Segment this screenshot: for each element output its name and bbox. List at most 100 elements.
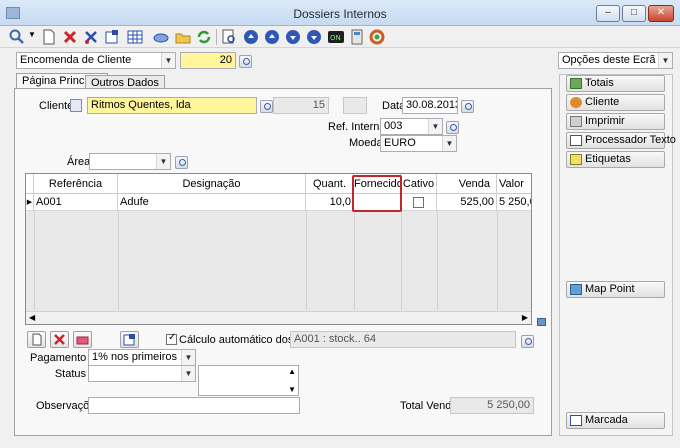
doc-number-search-button[interactable] — [239, 55, 252, 68]
status-label: Status — [54, 368, 86, 380]
window-title: Dossiers Internos — [293, 7, 387, 21]
stock-search-button[interactable] — [521, 335, 534, 348]
cliente-button[interactable]: Cliente — [566, 94, 665, 111]
total-venda-label: Total Venda — [400, 400, 458, 412]
pagamento-label: Pagamento — [30, 352, 87, 364]
svg-text:ON: ON — [330, 34, 341, 42]
map-point-label: Map Point — [585, 283, 635, 295]
cell-designacao[interactable]: Adufe — [118, 194, 306, 211]
cut-delete-icon[interactable] — [82, 28, 100, 46]
doc-type-select[interactable]: Encomenda de Cliente ▼ — [16, 52, 176, 69]
search-icon[interactable] — [8, 28, 26, 46]
observacoes-field[interactable] — [88, 397, 300, 414]
nav-next-icon[interactable] — [284, 28, 302, 46]
cell-quant[interactable]: 10,0 — [306, 194, 354, 211]
clear-lines-button[interactable] — [73, 331, 92, 348]
ref-interna-select[interactable]: 003 ▼ — [380, 118, 443, 135]
cn-icon[interactable]: ON — [327, 28, 345, 46]
new-document-icon[interactable] — [40, 28, 58, 46]
status-select[interactable]: ▼ — [88, 365, 196, 382]
data-picker-button[interactable] — [461, 100, 474, 113]
col-quant[interactable]: Quant. — [306, 174, 354, 194]
close-button[interactable]: ✕ — [648, 5, 674, 22]
col-venda[interactable]: Venda — [437, 174, 497, 194]
etiquetas-button[interactable]: Etiquetas — [566, 151, 665, 168]
lines-grid[interactable]: Referência Designação Quant. Fornecido C… — [25, 173, 532, 325]
processador-texto-label: Processador Texto — [585, 134, 676, 146]
scroll-up-icon[interactable]: ▲ — [288, 367, 296, 376]
cliente-label: Cliente — [39, 100, 74, 112]
total-venda-field: 5 250,00 — [450, 397, 534, 414]
area-label: Área — [67, 156, 91, 168]
auto-calc-checkbox[interactable]: ✓ — [166, 332, 177, 345]
books-icon[interactable] — [152, 28, 170, 46]
cliente-search-button[interactable] — [260, 100, 273, 113]
labels-icon — [570, 154, 582, 165]
preview-icon[interactable] — [220, 28, 238, 46]
col-valor[interactable]: Valor — [497, 174, 531, 194]
grid-header: Referência Designação Quant. Fornecido C… — [26, 174, 531, 194]
cliente-book-icon[interactable] — [70, 99, 82, 112]
cativo-checkbox[interactable] — [413, 197, 424, 208]
scroll-right-icon[interactable]: ▶ — [522, 313, 528, 322]
etiquetas-label: Etiquetas — [585, 153, 631, 165]
scroll-down-icon[interactable]: ▼ — [288, 385, 296, 394]
add-line-button[interactable] — [27, 331, 46, 348]
scroll-left-icon[interactable]: ◀ — [29, 313, 35, 322]
text-editor-icon — [570, 135, 582, 146]
grid-icon[interactable] — [126, 28, 144, 46]
map-point-button[interactable]: Map Point — [566, 281, 665, 298]
cell-referencia[interactable]: A001 — [34, 194, 118, 211]
refresh-icon[interactable] — [195, 28, 213, 46]
marcada-label: Marcada — [585, 414, 628, 426]
grid-settings-icon[interactable] — [537, 318, 546, 326]
moeda-select[interactable]: EURO ▼ — [380, 135, 457, 152]
nav-first-icon[interactable] — [242, 28, 260, 46]
grid-line — [354, 211, 355, 310]
nav-prev-icon[interactable] — [263, 28, 281, 46]
marcada-button[interactable]: Marcada — [566, 412, 665, 429]
grid-line — [306, 211, 307, 310]
search-dropdown-icon[interactable]: ▼ — [28, 30, 36, 39]
checkmark-icon: ✓ — [168, 332, 177, 343]
data-field[interactable]: 30.08.2013 — [402, 97, 458, 114]
cell-valor[interactable]: 5 250,0 — [497, 194, 531, 211]
ref-interna-search-button[interactable] — [446, 121, 459, 134]
grid-line — [401, 211, 402, 310]
help-icon[interactable] — [368, 28, 386, 46]
cliente-extra-field — [343, 97, 367, 114]
side-panel: Totais Cliente Imprimir Processador Text… — [559, 52, 676, 438]
doc-number-field[interactable]: 20 — [180, 52, 236, 69]
delete-line-button[interactable] — [50, 331, 69, 348]
col-cativo[interactable]: Cativo — [401, 174, 437, 194]
horizontal-scrollbar[interactable]: ◀ ▶ — [26, 311, 531, 324]
delete-icon[interactable] — [61, 28, 79, 46]
fornecido-highlight — [352, 175, 402, 212]
moeda-label: Moeda — [349, 137, 383, 149]
area-select[interactable]: ▼ — [89, 153, 171, 170]
grid-line — [437, 211, 438, 310]
table-row[interactable]: ▶ A001 Adufe 10,0 525,00 5 250,0 — [26, 194, 531, 211]
printer-icon — [570, 116, 582, 127]
toolbar-separator — [216, 29, 217, 45]
window-icon[interactable] — [103, 28, 121, 46]
maximize-button[interactable]: □ — [622, 5, 646, 22]
minimize-button[interactable]: – — [596, 5, 620, 22]
totais-button[interactable]: Totais — [566, 75, 665, 92]
cliente-name-field[interactable]: Ritmos Quentes, lda — [87, 97, 257, 114]
area-search-button[interactable] — [175, 156, 188, 169]
imprimir-button[interactable]: Imprimir — [566, 113, 665, 130]
col-referencia[interactable]: Referência — [34, 174, 118, 194]
cell-cativo[interactable] — [401, 194, 437, 211]
pagamento-select[interactable]: 1% nos primeiros 15 dias▼ — [88, 349, 196, 366]
row-selector-header — [26, 174, 34, 194]
processador-texto-button[interactable]: Processador Texto — [566, 132, 676, 149]
nav-last-icon[interactable] — [305, 28, 323, 46]
calculator-icon[interactable] — [348, 28, 366, 46]
col-designacao[interactable]: Designação — [118, 174, 306, 194]
line-window-button[interactable] — [120, 331, 139, 348]
cell-venda[interactable]: 525,00 — [437, 194, 497, 211]
folder-icon[interactable] — [174, 28, 192, 46]
imprimir-label: Imprimir — [585, 115, 625, 127]
status-notes-area[interactable]: ▲ ▼ — [198, 365, 299, 396]
